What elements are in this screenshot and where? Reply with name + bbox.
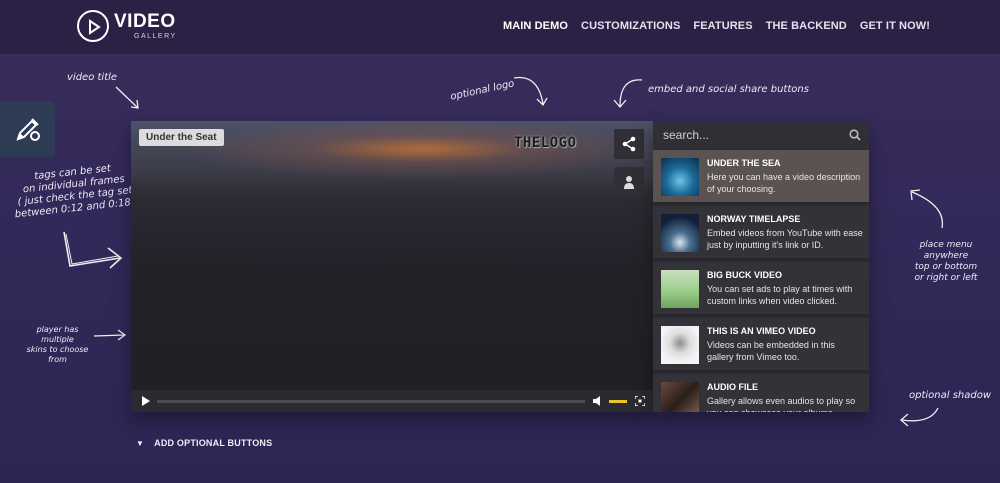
thumbnail-emblem [661, 326, 699, 364]
playlist-item-description: Videos can be embedded in this gallery f… [707, 340, 835, 362]
playlist-item-title: AUDIO FILE [707, 382, 758, 392]
playlist-item-big-buck-video[interactable]: BIG BUCK VIDEO You can set ads to play a… [653, 262, 869, 316]
thumbnail-night-sky [661, 214, 699, 252]
pencil-wrench-icon [16, 118, 40, 141]
player-controls [131, 390, 653, 412]
logo-subtext: GALLERY [134, 33, 177, 40]
playlist-item-description: Embed videos from YouTube with ease just… [707, 228, 863, 250]
customize-tool-button[interactable] [0, 101, 55, 157]
annotation-embed-share: embed and social share buttons [648, 84, 809, 95]
nav-features[interactable]: FEATURES [693, 20, 752, 32]
arrow-icon [115, 86, 139, 109]
add-optional-buttons-label: ADD OPTIONAL BUTTONS [154, 438, 273, 448]
playlist-item-norway-timelapse[interactable]: NORWAY TIMELAPSE Embed videos from YouTu… [653, 206, 869, 260]
volume-icon[interactable] [593, 396, 604, 406]
playlist-item-title: THIS IS AN VIMEO VIDEO [707, 326, 816, 336]
search-input[interactable] [663, 126, 838, 144]
share-icon [622, 136, 636, 152]
curved-arrow-icon [613, 79, 643, 108]
add-optional-buttons-toggle[interactable]: ▼ ADD OPTIONAL BUTTONS [136, 438, 272, 448]
playlist-menu: UNDER THE SEA Here you can have a video … [653, 121, 869, 412]
curved-arrow-icon [910, 189, 944, 229]
share-button[interactable] [614, 129, 644, 159]
curved-arrow-icon [513, 76, 548, 107]
curved-arrow-icon [900, 407, 939, 427]
volume-slider[interactable] [609, 400, 627, 403]
nav-main-demo[interactable]: MAIN DEMO [503, 20, 568, 32]
video-player[interactable]: Under the Seat THELOGO [131, 121, 653, 412]
thumbnail-album [661, 382, 699, 412]
playlist-item-description: Here you can have a video description of… [707, 172, 861, 194]
nav-get-it-now[interactable]: GET IT NOW! [860, 20, 930, 32]
play-icon[interactable] [141, 396, 151, 406]
play-circle-icon [77, 10, 109, 42]
progress-bar[interactable] [157, 400, 585, 403]
logo-text: VIDEO [114, 11, 176, 32]
user-icon [624, 176, 634, 189]
playlist-item-description: Gallery allows even audios to play so yo… [707, 396, 856, 412]
search-icon[interactable] [849, 129, 861, 141]
playlist-item-description: You can set ads to play at times with cu… [707, 284, 853, 306]
annotation-place-menu: place menu anywhere top or bottom or rig… [914, 240, 978, 283]
playlist-item-title: BIG BUCK VIDEO [707, 270, 783, 280]
player-logo[interactable]: THELOGO [514, 135, 577, 151]
top-header: VIDEO GALLERY MAIN DEMO CUSTOMIZATIONS F… [0, 0, 1000, 54]
thumbnail-meadow [661, 270, 699, 308]
annotation-optional-shadow: optional shadow [909, 390, 992, 401]
playlist-item-title: UNDER THE SEA [707, 158, 781, 168]
video-title-label: Under the Seat [139, 129, 224, 146]
main-nav: MAIN DEMO CUSTOMIZATIONS FEATURES THE BA… [503, 20, 930, 32]
thumbnail-underwater [661, 158, 699, 196]
annotation-optional-logo: optional logo [449, 78, 516, 103]
annotation-skins: player has multiple skins to choose from [26, 325, 89, 364]
nav-the-backend[interactable]: THE BACKEND [766, 20, 847, 32]
social-user-button[interactable] [614, 167, 644, 197]
site-logo[interactable]: VIDEO GALLERY [77, 10, 187, 44]
angled-arrow-icon [63, 231, 123, 269]
arrow-icon [93, 329, 127, 341]
fullscreen-icon[interactable] [635, 396, 645, 406]
playlist-item-audio-file[interactable]: AUDIO FILE Gallery allows even audios to… [653, 374, 869, 412]
playlist-item-under-the-sea[interactable]: UNDER THE SEA Here you can have a video … [653, 150, 869, 204]
nav-customizations[interactable]: CUSTOMIZATIONS [581, 20, 680, 32]
playlist-item-title: NORWAY TIMELAPSE [707, 214, 801, 224]
triangle-down-icon: ▼ [136, 439, 145, 448]
playlist-item-vimeo-video[interactable]: THIS IS AN VIMEO VIDEO Videos can be emb… [653, 318, 869, 372]
search-bar [653, 121, 869, 149]
annotation-video-title: video title [67, 72, 118, 83]
annotation-tags: tags can be set on individual frames ( j… [14, 163, 139, 221]
